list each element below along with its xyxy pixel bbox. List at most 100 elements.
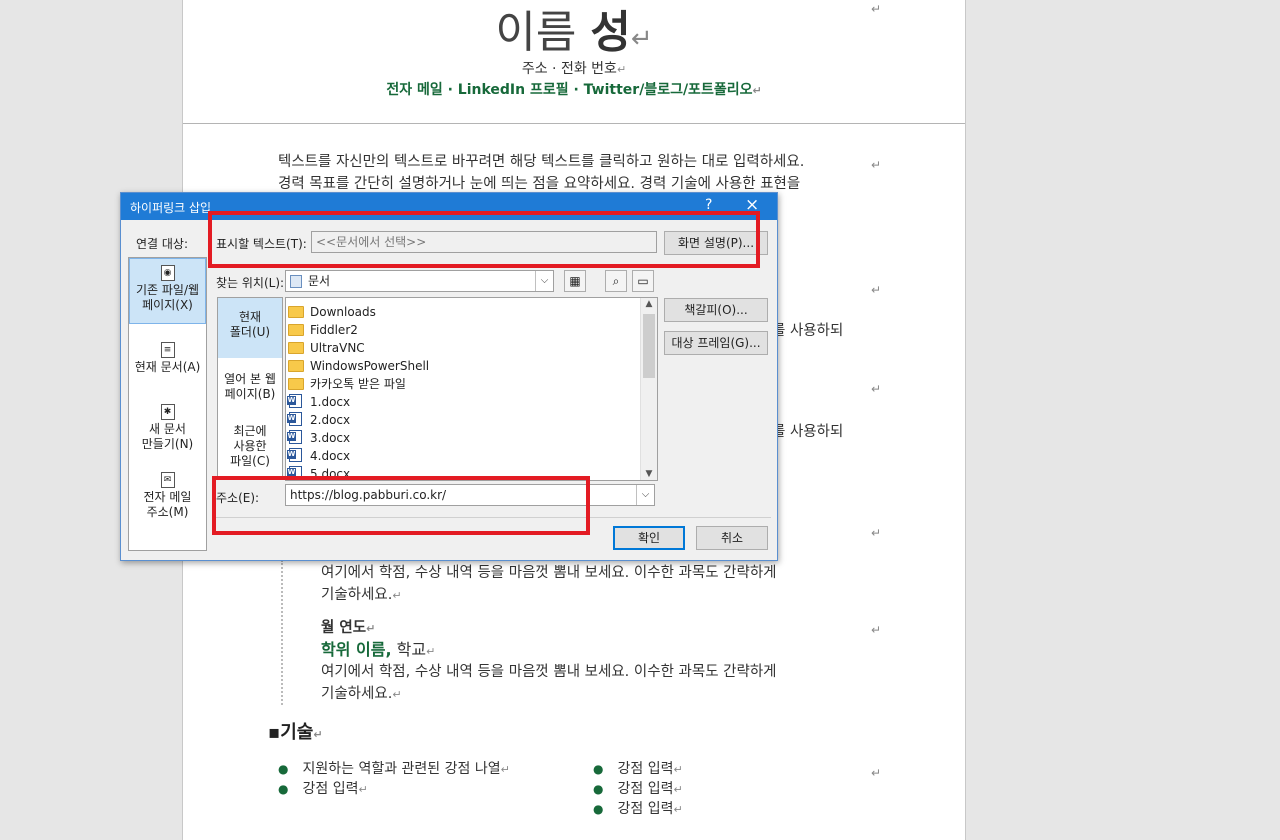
list-item[interactable]: 1.docx: [287, 393, 351, 411]
contact-line: 전자 메일 · LinkedIn 프로필 · Twitter/블로그/포트폴리오…: [183, 79, 965, 99]
list-item[interactable]: UltraVNC: [288, 339, 365, 357]
paragraph-mark: ↵: [871, 158, 882, 172]
link-new-document[interactable]: ✱ 새 문서 만들기(N): [129, 404, 206, 452]
education-description: 여기에서 학점, 수상 내역 등을 마음껏 뽐내 보세요. 이수한 과목도 간략…: [321, 661, 777, 706]
browse-file-icon[interactable]: ▭: [632, 270, 654, 292]
new-document-icon: ✱: [160, 404, 175, 420]
file-name: UltraVNC: [310, 341, 365, 355]
paragraph-mark: ↵: [392, 589, 402, 602]
list-item[interactable]: WindowsPowerShell: [288, 357, 429, 375]
skill-text: 강점 입력: [617, 781, 674, 797]
folder-icon: [288, 324, 304, 336]
list-item[interactable]: 카카오톡 받은 파일: [288, 375, 406, 393]
look-in-dropdown[interactable]: 문서 ⌵: [285, 270, 554, 292]
word-document-icon: [287, 394, 302, 408]
bullet-icon: ●: [593, 762, 604, 776]
skill-bullet: ● 강점 입력↵: [593, 758, 683, 778]
link-existing-file[interactable]: ◉ 기존 파일/웹 페이지(X): [129, 258, 206, 324]
word-document-icon: [287, 412, 302, 426]
place-label: 파일(C): [230, 454, 270, 468]
skill-text: 강점 입력: [617, 761, 674, 777]
document-icon: ≡: [160, 342, 175, 358]
file-list-scrollbar[interactable]: ▲ ▼: [640, 298, 657, 480]
target-frame-button[interactable]: 대상 프레임(G)...: [664, 331, 768, 355]
timeline-line: [281, 560, 283, 705]
place-browsed-pages[interactable]: 열어 본 웹 페이지(B): [218, 372, 282, 402]
scroll-thumb[interactable]: [643, 314, 655, 378]
list-item[interactable]: 3.docx: [287, 429, 350, 447]
text-fragment: 를 사용하되: [772, 323, 844, 339]
look-in-value: 문서: [308, 274, 331, 288]
bookmark-button[interactable]: 책갈피(O)...: [664, 298, 768, 322]
paragraph-mark: ↵: [673, 763, 683, 776]
browse-web-icon[interactable]: ▦: [564, 270, 586, 292]
paragraph-mark: ↵: [871, 766, 882, 780]
search-icon[interactable]: ⌕: [605, 270, 627, 292]
skills-heading: ▪기술↵: [268, 718, 323, 744]
paragraph-mark: ↵: [752, 84, 762, 97]
scroll-up-icon[interactable]: ▲: [641, 299, 657, 309]
summary-paragraph: 텍스트를 자신만의 텍스트로 바꾸려면 해당 텍스트를 클릭하고 원하는 대로 …: [278, 151, 804, 195]
place-label: 폴더(U): [229, 325, 271, 339]
link-target-label: 현재 문서(A): [134, 360, 201, 374]
paragraph-mark: ↵: [313, 728, 323, 741]
skill-bullet: ● 강점 입력↵: [593, 778, 683, 798]
paragraph-mark: ↵: [500, 763, 510, 776]
link-target-label: 새 문서: [149, 422, 186, 436]
link-to-bar: ◉ 기존 파일/웹 페이지(X) ≡ 현재 문서(A) ✱ 새 문서 만들기(N…: [128, 257, 207, 551]
list-item[interactable]: 2.docx: [287, 411, 351, 429]
skill-bullet: ● 강점 입력↵: [278, 778, 368, 798]
ok-button[interactable]: 확인: [613, 526, 685, 550]
highlight-box-address: [212, 476, 590, 535]
file-list[interactable]: Downloads Fiddler2 UltraVNC WindowsPower…: [285, 297, 658, 481]
chevron-down-icon[interactable]: ⌵: [535, 271, 553, 291]
place-label: 열어 본 웹: [224, 372, 276, 386]
folder-icon: [288, 306, 304, 318]
scroll-down-icon[interactable]: ▼: [641, 469, 657, 479]
place-current-folder[interactable]: 현재 폴더(U): [218, 298, 282, 358]
place-label: 사용한: [233, 439, 267, 453]
link-target-label: 기존 파일/웹: [135, 283, 200, 297]
word-document-icon: [287, 430, 302, 444]
places-bar: 현재 폴더(U) 열어 본 웹 페이지(B) 최근에 사용한 파일(C): [217, 297, 283, 478]
paragraph-mark: ↵: [673, 783, 683, 796]
chevron-down-icon[interactable]: ⌵: [636, 485, 654, 505]
paragraph-mark: ↵: [392, 688, 402, 701]
link-target-label: 주소(M): [146, 505, 189, 519]
documents-folder-icon: [290, 275, 302, 288]
skills-heading-text: ▪기술: [268, 722, 314, 743]
paragraph-mark: ↵: [871, 526, 882, 540]
list-item[interactable]: Downloads: [288, 303, 376, 321]
place-label: 페이지(B): [224, 387, 276, 401]
resume-name: 이름 성↵: [183, 0, 965, 60]
paragraph-mark: ↵: [630, 24, 653, 54]
file-name: 1.docx: [310, 395, 351, 409]
edu-desc-line: 기술하세요.: [321, 686, 393, 702]
link-target-label: 전자 메일: [143, 490, 192, 504]
bullet-icon: ●: [593, 782, 604, 796]
link-email-address[interactable]: ✉ 전자 메일 주소(M): [129, 472, 206, 520]
paragraph-mark: ↵: [673, 803, 683, 816]
last-name: 성: [590, 7, 631, 58]
file-name: 2.docx: [310, 413, 351, 427]
place-label: 현재: [238, 310, 262, 324]
summary-line-1: 텍스트를 자신만의 텍스트로 바꾸려면 해당 텍스트를 클릭하고 원하는 대로 …: [278, 154, 805, 170]
skill-text: 강점 입력: [617, 801, 674, 817]
contact-text: 전자 메일 · LinkedIn 프로필 · Twitter/블로그/포트폴리오: [386, 82, 753, 98]
paragraph-mark: ↵: [366, 622, 376, 635]
list-item[interactable]: 4.docx: [287, 447, 350, 465]
education-description: 여기에서 학점, 수상 내역 등을 마음껏 뽐내 보세요. 이수한 과목도 간략…: [321, 562, 777, 607]
skill-bullet: ● 지원하는 역할과 관련된 강점 나열↵: [278, 758, 510, 778]
skill-text: 강점 입력: [302, 781, 359, 797]
look-in-label: 찾는 위치(L):: [216, 276, 285, 290]
place-label: 최근에: [233, 424, 267, 438]
link-this-document[interactable]: ≡ 현재 문서(A): [129, 342, 206, 375]
list-item[interactable]: Fiddler2: [288, 321, 358, 339]
paragraph-mark: ↵: [871, 623, 882, 637]
paragraph-mark: ↵: [616, 63, 627, 76]
place-recent-files[interactable]: 최근에 사용한 파일(C): [218, 424, 282, 469]
edu-desc-line: 여기에서 학점, 수상 내역 등을 마음껏 뽐내 보세요. 이수한 과목도 간략…: [321, 565, 777, 581]
folder-icon: [288, 342, 304, 354]
folder-icon: [288, 378, 304, 390]
cancel-button[interactable]: 취소: [696, 526, 768, 550]
